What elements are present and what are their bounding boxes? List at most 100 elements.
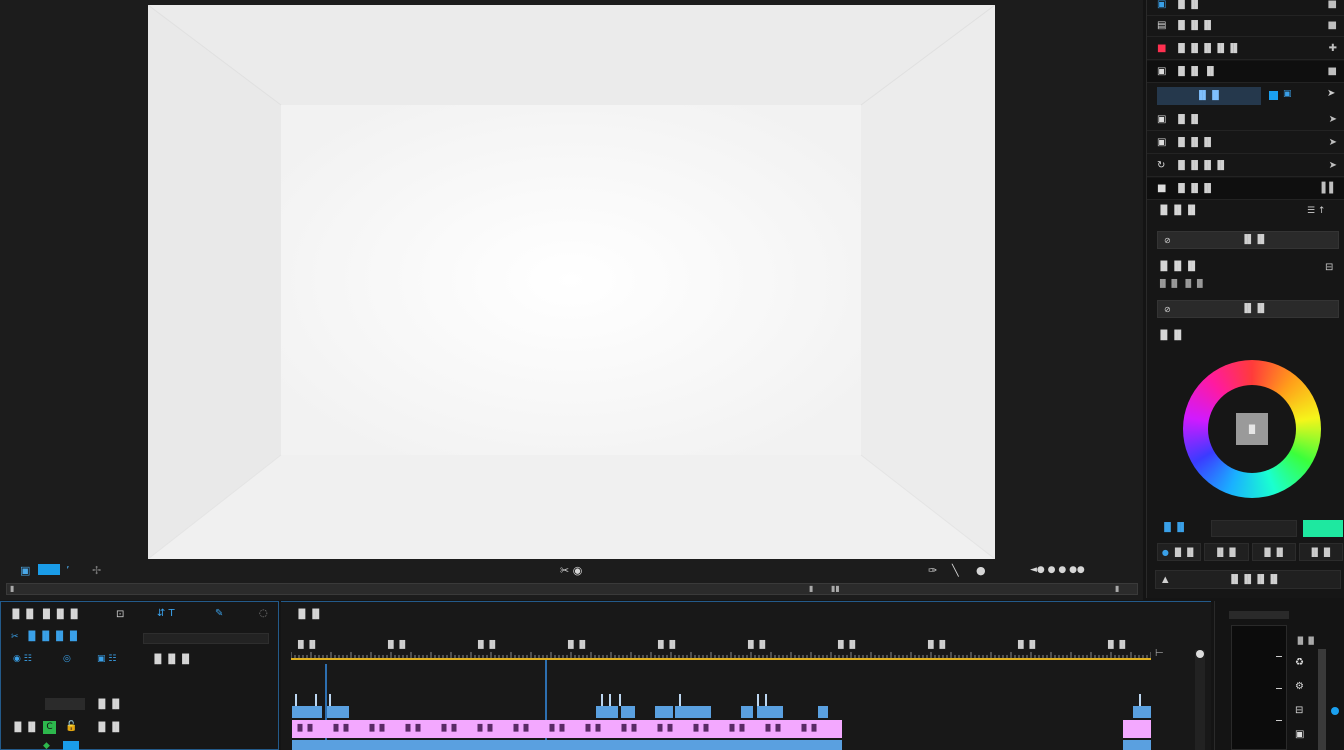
camera-icon[interactable]: ● (976, 564, 986, 577)
sort-label: ▐▌▐▌▐▌ (151, 655, 193, 665)
marker-clip[interactable] (1133, 706, 1151, 718)
footer-bar[interactable]: ▲ ▐▌▐▌▐▌▐▌ (1155, 570, 1341, 589)
scroll-handle[interactable] (1196, 650, 1204, 658)
panel-icon[interactable]: ⊟ (1325, 262, 1333, 273)
audio-clip[interactable] (1123, 740, 1151, 750)
ruler-end-icon[interactable]: ⊢ (1155, 648, 1164, 659)
bottom-button[interactable]: ▐▌▐▌ (1298, 543, 1343, 561)
clip-spike[interactable] (315, 694, 317, 706)
fx-icon[interactable]: ⚙ (1295, 681, 1304, 692)
bottom-button[interactable]: ▐▌▐▌ (1204, 543, 1249, 561)
clip-spike[interactable] (757, 694, 759, 706)
marker-clip[interactable] (757, 706, 783, 718)
marker-clip[interactable] (689, 706, 711, 718)
marker-icon[interactable]: ʼ (66, 564, 70, 577)
eye-icon: ● (1161, 547, 1169, 557)
color-preview-swatch[interactable] (1303, 520, 1343, 537)
marker-clip[interactable] (818, 706, 828, 718)
tools-icon[interactable]: ⇵ T (157, 608, 175, 619)
link-icon[interactable]: ▣ (1283, 89, 1292, 99)
clip-spike[interactable] (619, 694, 621, 706)
level-fader[interactable] (1318, 649, 1326, 750)
clip-spike[interactable] (679, 694, 681, 706)
transport-buttons[interactable]: ◄● ● ● ●● (1030, 565, 1085, 575)
section-wheel-label: ▐▌▐▌ (1157, 331, 1185, 341)
prop-row[interactable]: ↻ ▐▌▐▌▐▌▐▌ ➤ (1147, 155, 1344, 177)
mix-icon[interactable]: ♻ (1295, 657, 1304, 668)
mute-icon[interactable]: ▣ (1295, 729, 1304, 740)
trim-icon[interactable]: ✑ (928, 564, 937, 577)
pen-icon[interactable]: ✎ (215, 608, 223, 619)
color-button[interactable]: ⊘ ▐▌▐▌ (1157, 300, 1339, 318)
preview-frame[interactable] (148, 5, 995, 559)
video-clip[interactable] (1123, 720, 1151, 738)
playback-controls[interactable]: ✂ ◉ (560, 564, 582, 577)
view-toggle-button[interactable] (38, 564, 60, 575)
mark-in-icon[interactable]: ▣ (20, 564, 30, 577)
lock-icon[interactable]: 🔓 (65, 721, 77, 732)
settings-icon[interactable]: ☰ ↑ (1307, 206, 1325, 216)
selected-item[interactable] (63, 741, 79, 750)
audio-clip[interactable] (292, 740, 842, 750)
ruler-label: ▐▌▐▌ (295, 640, 319, 649)
timeline-title: ▐▌▐▌ (295, 610, 323, 620)
effects-button[interactable]: ⊘ ▐▌▐▌ (1157, 231, 1339, 249)
color-swatch[interactable]: ▐▌ (1236, 413, 1268, 445)
prop-row-action-icon[interactable]: ■ (1328, 20, 1337, 31)
prop-row-action-icon[interactable]: ■ (1328, 0, 1337, 10)
effects-button-label: ▐▌▐▌ (1241, 235, 1268, 245)
search-icon[interactable]: ⊡ (116, 609, 124, 620)
clip-spike[interactable] (601, 694, 603, 706)
more-icon[interactable]: ◌ (259, 608, 268, 619)
marker-clip[interactable] (741, 706, 753, 718)
bottom-button-label: ▐▌▐▌ (1261, 547, 1286, 557)
prop-row[interactable]: ■ ▐▌▐▌▐▌▐▌▐▌ ✚ (1147, 38, 1344, 60)
clip-spike[interactable] (329, 694, 331, 706)
marker-clip[interactable] (327, 706, 349, 718)
marker-clip[interactable] (292, 706, 322, 718)
clip-spike[interactable] (765, 694, 767, 706)
prop-row[interactable]: ▣ ▐▌▐▌ ■ (1147, 0, 1344, 16)
bottom-button[interactable]: ▐▌▐▌ (1251, 543, 1296, 561)
marker-clip[interactable] (621, 706, 635, 718)
clip-label: ▐▌▐▌ (763, 724, 783, 732)
prop-row[interactable]: ▣ ▐▌▐▌▐▌ ➤ (1147, 132, 1344, 154)
add-icon[interactable]: ✚ (1329, 43, 1337, 54)
clip-label: ▐▌▐▌ (547, 724, 567, 732)
chevron-right-icon[interactable]: ➤ (1329, 137, 1337, 148)
color-wheel[interactable]: ▐▌ (1183, 360, 1321, 498)
list-view-icon[interactable]: ◉ ☷ (13, 654, 32, 664)
timeline-scrollbar[interactable] (1195, 650, 1205, 750)
prop-row[interactable]: ■ ▐▌▐▌▐▌ ▌▌ (1147, 178, 1344, 200)
lock-icon: ⊘ (1164, 304, 1171, 314)
pin-icon[interactable]: ✢ (92, 564, 101, 577)
clip-spike[interactable] (609, 694, 611, 706)
prop-row[interactable]: ▤ ▐▌▐▌▐▌ ■ (1147, 15, 1344, 37)
clip-spike[interactable] (295, 694, 297, 706)
toggle-icon[interactable] (1269, 91, 1278, 100)
audio-icon[interactable]: ◆ (43, 741, 55, 750)
chevron-right-icon[interactable]: ➤ (1329, 160, 1337, 171)
prop-row[interactable]: ▣ ▐▌▐▌ ➤ (1147, 109, 1344, 131)
monitor-scrubber[interactable]: ▮ ▮ ▮▮ ▮ (6, 583, 1138, 595)
marker-clip[interactable] (675, 706, 689, 718)
thumbnail-placeholder[interactable] (45, 698, 85, 710)
time-ruler[interactable] (291, 649, 1151, 661)
pause-icon[interactable]: ▌▌ (1322, 183, 1337, 194)
send-icon[interactable]: ➤ (1327, 88, 1335, 99)
search-input[interactable] (143, 633, 269, 644)
icon-view-icon[interactable]: ◎ (63, 654, 71, 664)
prop-row[interactable]: ▣ ▐▌▐▌ ▐▌ ■ (1147, 61, 1344, 83)
color-value-field[interactable] (1211, 520, 1297, 537)
clip-green-icon[interactable]: C (43, 721, 56, 734)
tab-selected[interactable]: ▐▌▐▌ (1157, 87, 1261, 105)
freeform-view-icon[interactable]: ▣ ☷ (97, 654, 116, 664)
chevron-right-icon[interactable]: ➤ (1329, 114, 1337, 125)
bottom-button[interactable]: ● ▐▌▐▌ (1157, 543, 1202, 561)
marker-clip[interactable] (655, 706, 673, 718)
clip-spike[interactable] (1139, 694, 1141, 706)
slash-icon[interactable]: ╲ (952, 564, 959, 577)
record-icon[interactable]: ⊟ (1295, 705, 1303, 716)
marker-clip[interactable] (596, 706, 618, 718)
prop-row-action-icon[interactable]: ■ (1328, 66, 1337, 77)
